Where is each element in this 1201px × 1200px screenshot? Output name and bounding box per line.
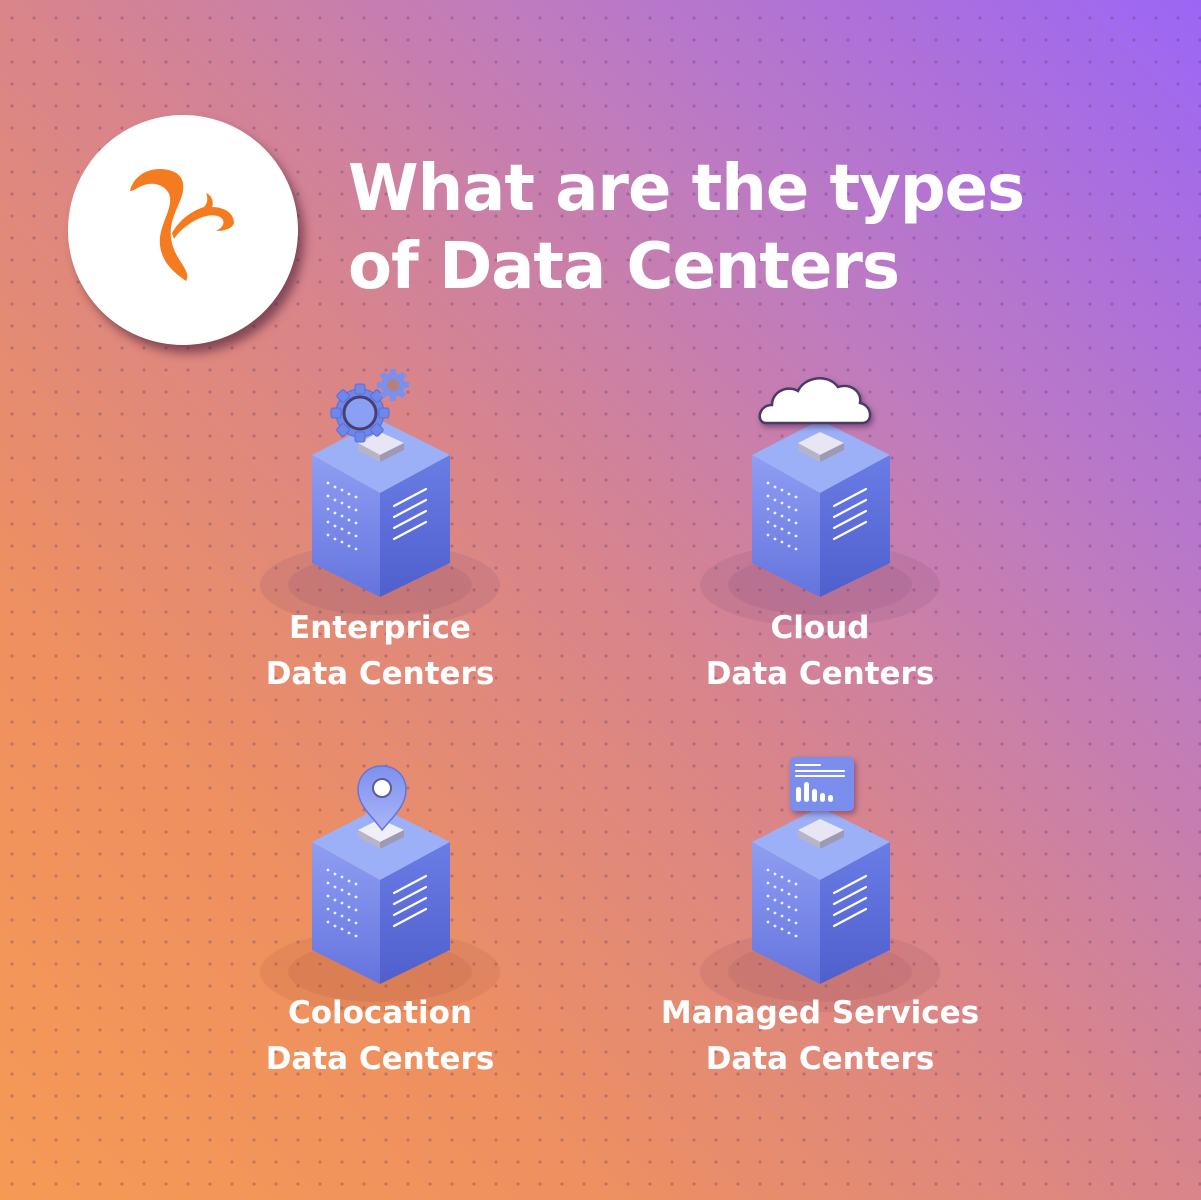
server-illustration [700, 757, 940, 1012]
type-label-line-2: Data Centers [265, 656, 495, 692]
type-label-line-1: Colocation [287, 995, 473, 1031]
type-label: Enterprice Data Centers [160, 605, 600, 697]
type-card-enterprise: Enterprice Data Centers [160, 365, 600, 745]
squirrel-logo-icon [130, 169, 234, 281]
type-card-colocation: Colocation Data Centers [160, 752, 600, 1132]
type-label: Managed Services Data Centers [600, 990, 1040, 1082]
type-card-cloud: Cloud Data Centers [600, 365, 1040, 745]
type-label-line-1: Cloud [770, 610, 870, 646]
server-illustration [260, 765, 500, 1012]
type-card-managed-services: Managed Services Data Centers [600, 752, 1040, 1132]
title-line-1: What are the types [348, 152, 1025, 226]
page-title: What are the types of Data Centers [348, 150, 1025, 306]
type-label-line-2: Data Centers [705, 1041, 935, 1077]
dashboard-chart-icon [790, 757, 854, 811]
type-label: Colocation Data Centers [160, 990, 600, 1082]
server-illustration [700, 377, 940, 625]
type-label-line-1: Enterprice [289, 610, 471, 646]
type-label: Cloud Data Centers [600, 605, 1040, 697]
logo-badge [68, 115, 298, 345]
cloud-icon [758, 377, 872, 425]
type-label-line-1: Managed Services [660, 995, 980, 1031]
type-label-line-2: Data Centers [265, 1041, 495, 1077]
type-label-line-2: Data Centers [705, 656, 935, 692]
server-illustration [260, 369, 500, 625]
title-line-2: of Data Centers [348, 230, 900, 304]
